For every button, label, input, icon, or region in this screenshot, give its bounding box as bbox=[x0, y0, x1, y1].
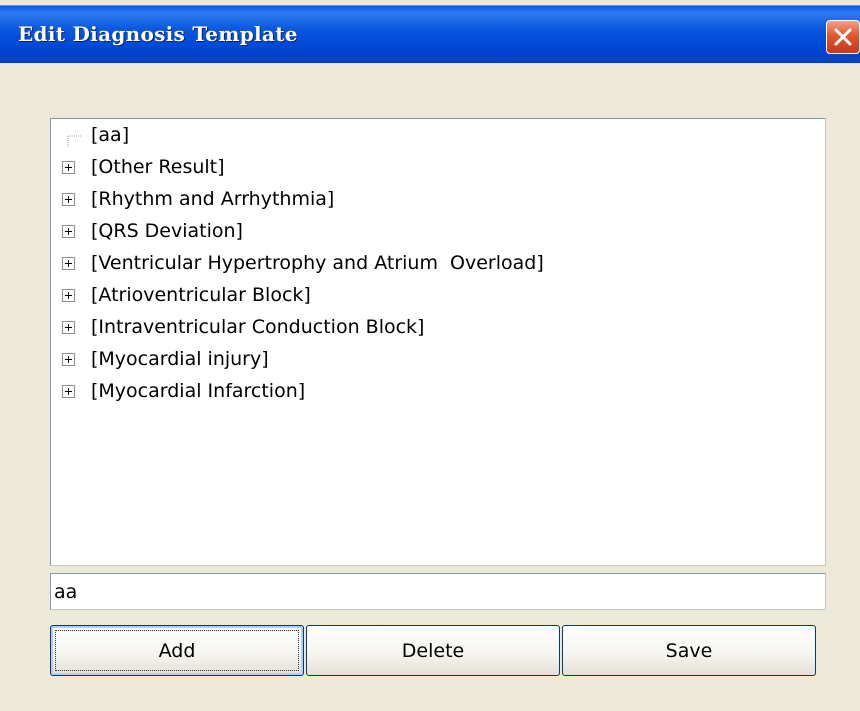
add-button[interactable]: Add bbox=[50, 625, 304, 676]
template-name-input[interactable] bbox=[50, 573, 826, 610]
plus-box-icon[interactable] bbox=[62, 257, 75, 270]
tree-item-label: [Atrioventricular Block] bbox=[91, 284, 311, 306]
delete-button[interactable]: Delete bbox=[306, 625, 560, 676]
tree-item-label: [Rhythm and Arrhythmia] bbox=[91, 188, 335, 210]
add-button-label: Add bbox=[158, 639, 196, 662]
delete-button-label: Delete bbox=[401, 639, 465, 662]
tree-item-rhythm-arrhythmia[interactable]: [Rhythm and Arrhythmia] bbox=[51, 185, 821, 215]
plus-box-icon[interactable] bbox=[62, 321, 75, 334]
title-bar[interactable]: Edit Diagnosis Template bbox=[0, 0, 860, 76]
tree-item-intraventricular-block[interactable]: [Intraventricular Conduction Block] bbox=[51, 313, 821, 343]
tree-item-label: [QRS Deviation] bbox=[91, 220, 243, 242]
tree-item-label: [Intraventricular Conduction Block] bbox=[91, 316, 425, 338]
tree-item-atrioventricular-block[interactable]: [Atrioventricular Block] bbox=[51, 281, 821, 311]
plus-box-icon[interactable] bbox=[62, 161, 75, 174]
tree-item-label: [aa] bbox=[91, 124, 130, 146]
tree-item-other-result[interactable]: [Other Result] bbox=[51, 153, 821, 183]
tree-item-label: [Ventricular Hypertrophy and Atrium Over… bbox=[91, 252, 544, 274]
tree-item-label: [Other Result] bbox=[91, 156, 225, 178]
tree-item-label: [Myocardial injury] bbox=[91, 348, 269, 370]
plus-box-icon[interactable] bbox=[62, 353, 75, 366]
plus-box-icon[interactable] bbox=[62, 193, 75, 206]
plus-box-icon[interactable] bbox=[62, 385, 75, 398]
tree-item-label: [Myocardial Infarction] bbox=[91, 380, 306, 402]
close-button[interactable] bbox=[826, 20, 860, 54]
diagnosis-tree[interactable]: [aa] [Other Result] [Rhythm and Arrhythm… bbox=[50, 118, 826, 566]
plus-box-icon[interactable] bbox=[62, 225, 75, 238]
tree-item-myocardial-infarction[interactable]: [Myocardial Infarction] bbox=[51, 377, 821, 407]
plus-box-icon[interactable] bbox=[62, 289, 75, 302]
save-button[interactable]: Save bbox=[562, 625, 816, 676]
tree-item-qrs-deviation[interactable]: [QRS Deviation] bbox=[51, 217, 821, 247]
window-title: Edit Diagnosis Template bbox=[18, 22, 298, 46]
dialog-window: Edit Diagnosis Template [aa] [Other Resu… bbox=[0, 0, 860, 711]
save-button-label: Save bbox=[665, 639, 713, 662]
close-icon bbox=[834, 28, 852, 46]
tree-item-aa[interactable]: [aa] bbox=[51, 121, 821, 151]
tree-item-ventricular-hypertrophy[interactable]: [Ventricular Hypertrophy and Atrium Over… bbox=[51, 249, 821, 279]
tree-item-myocardial-injury[interactable]: [Myocardial injury] bbox=[51, 345, 821, 375]
tree-connector-icon bbox=[67, 135, 82, 147]
